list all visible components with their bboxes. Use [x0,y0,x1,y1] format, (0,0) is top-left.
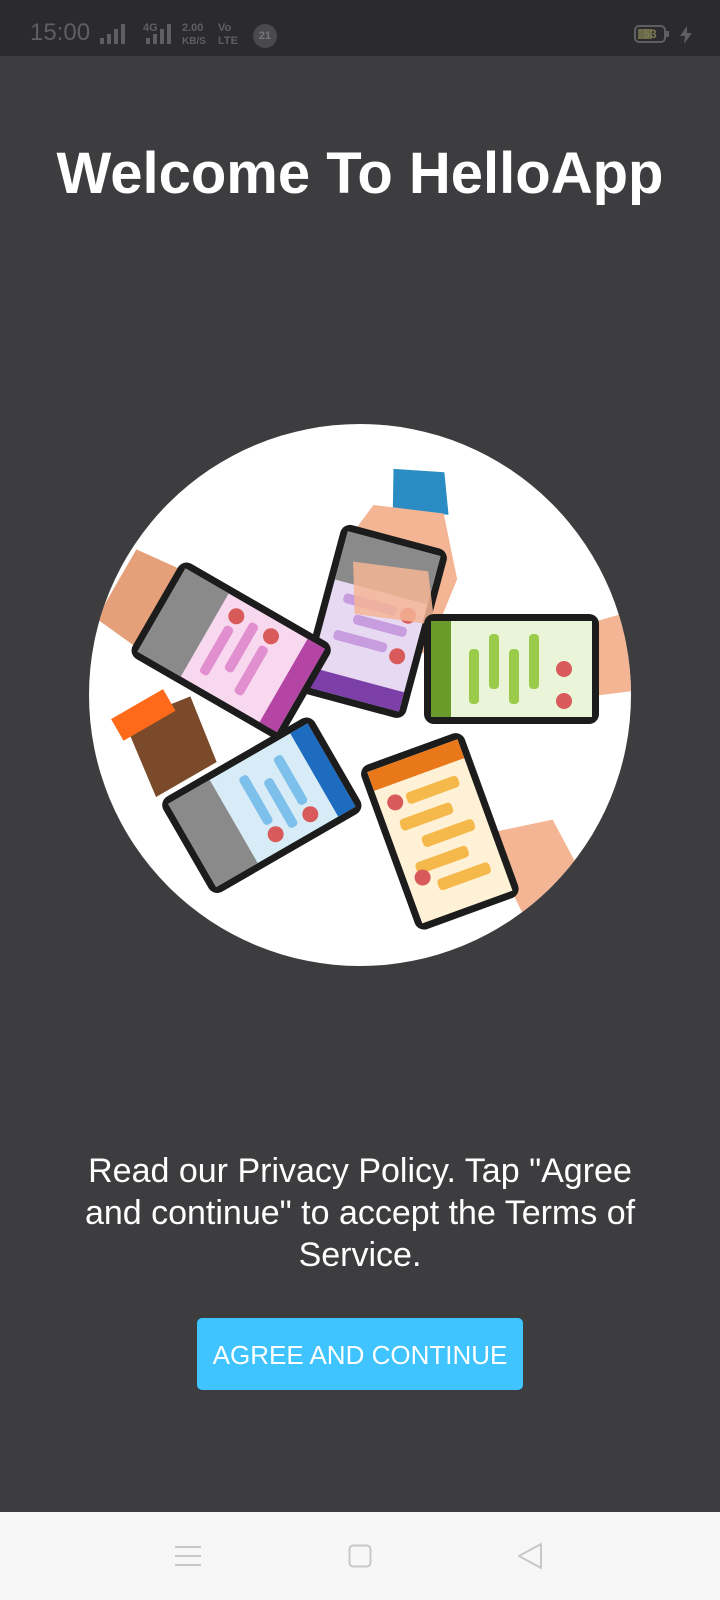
navigation-bar [0,1512,720,1600]
network-speed-value: 2.00 [182,22,204,34]
terms-text: Read our Privacy Policy. Tap "Agree and … [84,1152,636,1274]
battery-level: 53 [643,27,657,41]
menu-icon [175,1546,201,1566]
volte-top: Vo [218,22,232,34]
status-time: 15:00 [30,19,91,46]
status-bar: 15:00 4G 2.00 KB/S Vo LTE 21 53 [0,0,720,56]
phones-in-hands-illustration [89,424,631,966]
charging-bolt-icon [680,26,692,44]
battery-icon: 53 [634,25,669,43]
volte-bottom: LTE [218,35,238,47]
back-button[interactable] [470,1512,590,1600]
back-triangle-icon [518,1543,542,1569]
network-speed-unit: KB/S [182,36,206,47]
signal-strength-icon [100,22,125,44]
notification-count-badge: 21 [253,24,277,48]
home-square-icon [348,1544,372,1568]
welcome-title: Welcome To HelloApp [56,141,664,206]
signal-strength-icon-2 [146,22,171,44]
agree-and-continue-button[interactable]: AGREE AND CONTINUE [197,1318,523,1390]
menu-button[interactable] [128,1512,248,1600]
home-button[interactable] [300,1512,420,1600]
